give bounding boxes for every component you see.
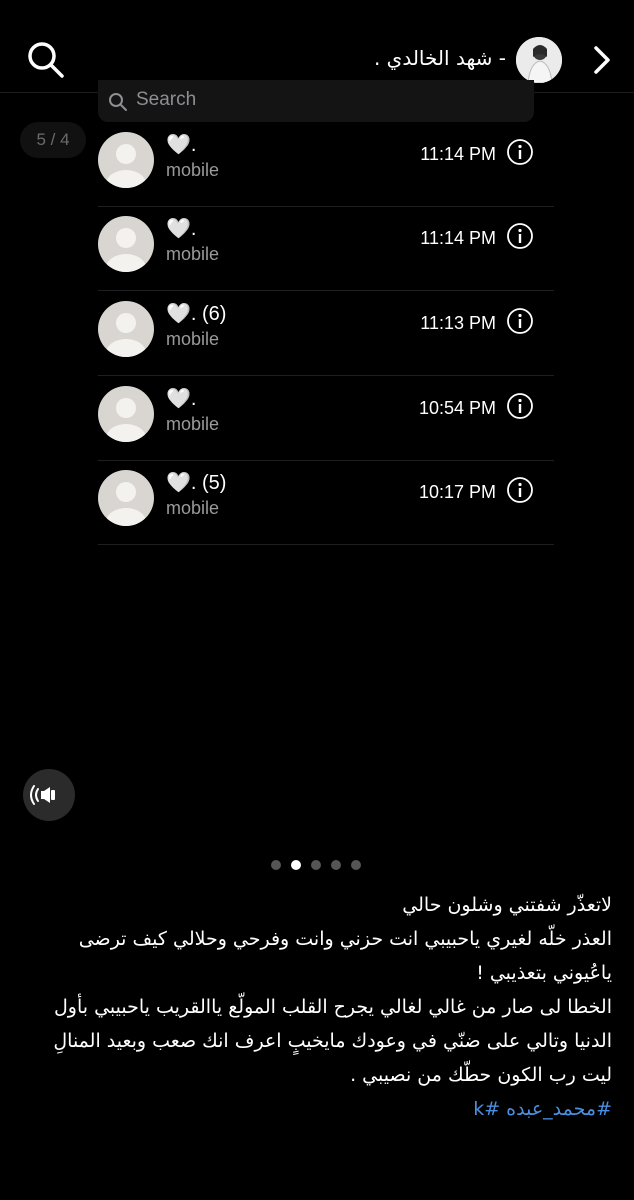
call-row[interactable]: 🤍. mobile 11:14 PM [98,122,554,207]
call-time: 11:13 PM [420,313,496,333]
call-label: mobile [166,329,220,349]
call-time: 11:14 PM [420,228,496,248]
info-icon[interactable] [506,392,534,420]
contact-name: 🤍. [166,218,197,240]
speaker-icon [30,785,55,805]
contact-avatar [98,132,154,188]
profile-name[interactable]: - شهد الخالدي . [374,46,506,70]
carousel-dot[interactable] [351,860,361,870]
carousel-dot[interactable] [311,860,321,870]
caption-line: ليت رب الكون حطّك من نصيبي . [350,1064,612,1086]
info-icon[interactable] [506,222,534,250]
recents-search-bar[interactable]: Search [98,80,534,122]
contact-avatar [98,386,154,442]
call-time: 10:17 PM [418,482,496,502]
info-icon[interactable] [506,138,534,166]
call-time: 10:54 PM [418,398,496,418]
search-icon [109,93,127,111]
contact-avatar [98,301,154,357]
chevron-right-icon[interactable] [588,44,616,76]
call-row[interactable]: 🤍. mobile 10:54 PM [98,376,554,461]
carousel-dot[interactable] [331,860,341,870]
info-icon[interactable] [506,476,534,504]
call-time: 11:14 PM [420,144,496,164]
search-icon[interactable] [26,40,66,80]
call-label: mobile [166,498,220,518]
call-label: mobile [166,414,220,434]
info-icon[interactable] [506,307,534,335]
sound-toggle-button[interactable] [23,769,75,821]
carousel-dot-active[interactable] [291,860,301,870]
carousel-dot[interactable] [271,860,281,870]
contact-name: 🤍. [166,388,197,410]
caption-hashtags[interactable]: #محمد_عبده #k [22,1092,612,1126]
post-caption: لاتعذّر شفتني وشلون حالي العذر خلّه لغير… [22,888,612,1126]
profile-avatar[interactable] [516,37,562,83]
call-label: mobile [166,160,220,180]
contact-name: 🤍. (6) [166,303,227,325]
call-label: mobile [166,244,220,264]
caption-line: العذر خلّه لغيري ياحبيبي انت حزني وانت و… [78,928,612,984]
caption-line: الخطا لى صار من غالي لغالي يجرح القلب ال… [53,996,612,1052]
call-row[interactable]: 🤍. (5) mobile 10:17 PM [98,460,554,545]
call-row[interactable]: 🤍. mobile 11:14 PM [98,206,554,291]
caption-line: لاتعذّر شفتني وشلون حالي [402,894,612,916]
contact-avatar [98,470,154,526]
contact-avatar [98,216,154,272]
contact-name: 🤍. [166,134,197,156]
contact-name: 🤍. (5) [166,472,227,494]
call-row[interactable]: 🤍. (6) mobile 11:13 PM [98,291,554,376]
page-counter: 5 / 4 [20,122,86,158]
search-placeholder: Search [136,89,197,110]
